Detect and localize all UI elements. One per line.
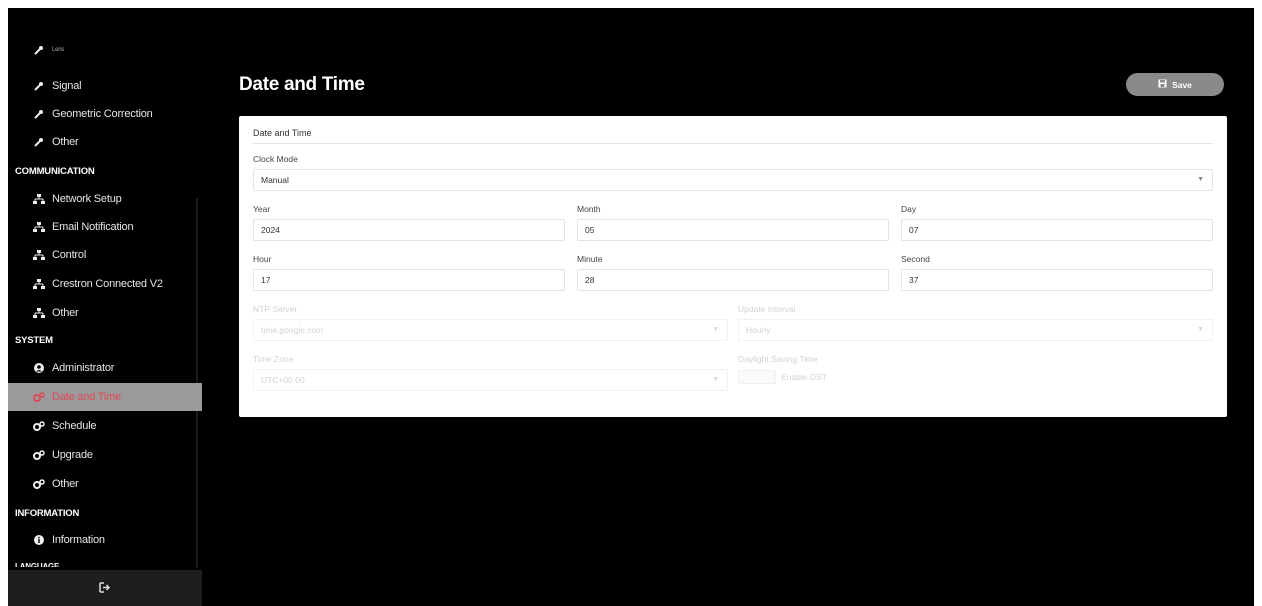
network-icon <box>30 279 48 289</box>
wrench-icon <box>30 109 48 119</box>
clock-mode-select[interactable]: Manual ▼ <box>253 169 1213 191</box>
sidebar-item-lens[interactable]: Lens <box>8 44 202 56</box>
sidebar-item-label: Schedule <box>52 420 97 432</box>
month-value: 05 <box>585 225 595 235</box>
sidebar-item-email-notification[interactable]: Email Notification <box>8 213 202 241</box>
gears-icon <box>30 479 48 489</box>
sidebar-item-control[interactable]: Control <box>8 241 202 269</box>
network-icon <box>30 308 48 318</box>
sidebar-item-label: Signal <box>52 80 82 92</box>
time-zone-label: Time Zone <box>253 354 294 364</box>
chevron-down-icon: ▼ <box>1197 326 1204 333</box>
ntp-server-label: NTP Server <box>253 304 298 314</box>
day-input[interactable]: 07 <box>901 219 1213 241</box>
save-button-label: Save <box>1172 79 1192 90</box>
sidebar-item-information[interactable]: Information <box>8 526 202 554</box>
sidebar-item-label: Geometric Correction <box>52 108 153 120</box>
day-label: Day <box>901 204 917 214</box>
sidebar-item-geometric-correction[interactable]: Geometric Correction <box>8 100 202 128</box>
sidebar-item-label: Network Setup <box>52 193 122 205</box>
sidebar-item-label: Crestron Connected V2 <box>52 278 163 290</box>
sidebar-item-crestron-connected[interactable]: Crestron Connected V2 <box>8 270 202 298</box>
hour-value: 17 <box>261 275 271 285</box>
update-interval-select: Hourly ▼ <box>738 319 1213 341</box>
update-interval-label: Update Interval <box>738 304 796 314</box>
clock-mode-label: Clock Mode <box>253 154 298 164</box>
network-icon <box>30 194 48 204</box>
logout-icon <box>99 581 111 596</box>
sidebar-item-other-system[interactable]: Other <box>8 470 202 498</box>
panel-title: Date and Time <box>253 128 312 138</box>
chevron-down-icon: ▼ <box>1197 176 1204 183</box>
year-input[interactable]: 2024 <box>253 219 565 241</box>
dst-toggle <box>738 370 776 384</box>
sidebar-item-administrator[interactable]: Administrator <box>8 354 202 382</box>
minute-value: 28 <box>585 275 595 285</box>
wrench-icon <box>30 137 48 147</box>
sidebar-item-label: Date and Time <box>52 391 121 403</box>
network-icon <box>30 222 48 232</box>
sidebar-item-label: Other <box>52 307 79 319</box>
floppy-disk-icon <box>1158 79 1172 90</box>
hour-input[interactable]: 17 <box>253 269 565 291</box>
sidebar-item-network-setup[interactable]: Network Setup <box>8 185 202 213</box>
wrench-icon <box>30 45 48 55</box>
sidebar-item-label: Information <box>52 534 105 546</box>
sidebar-item-other-communication[interactable]: Other <box>8 299 202 327</box>
update-interval-value: Hourly <box>746 325 771 335</box>
date-time-panel: Date and Time Clock Mode Manual ▼ Year 2… <box>239 116 1227 417</box>
user-circle-icon <box>30 363 48 373</box>
hour-label: Hour <box>253 254 272 264</box>
second-label: Second <box>901 254 930 264</box>
gears-icon <box>30 421 48 431</box>
sidebar-item-other-signal[interactable]: Other <box>8 128 202 156</box>
section-header-system: SYSTEM <box>15 335 53 346</box>
ntp-server-select: time.google.com ▼ <box>253 319 728 341</box>
second-input[interactable]: 37 <box>901 269 1213 291</box>
network-icon <box>30 250 48 260</box>
chevron-down-icon: ▼ <box>712 376 719 383</box>
sidebar-item-label: Lens <box>52 47 65 53</box>
ntp-server-value: time.google.com <box>261 325 324 335</box>
time-zone-select: UTC+00:00 ▼ <box>253 369 728 391</box>
sidebar-item-label: Email Notification <box>52 221 134 233</box>
year-value: 2024 <box>261 225 280 235</box>
sidebar-item-schedule[interactable]: Schedule <box>8 412 202 440</box>
divider <box>253 143 1213 144</box>
sidebar-item-label: Administrator <box>52 362 115 374</box>
gears-icon <box>30 450 48 460</box>
minute-label: Minute <box>577 254 603 264</box>
section-header-communication: COMMUNICATION <box>15 166 95 177</box>
save-button[interactable]: Save <box>1126 73 1224 96</box>
minute-input[interactable]: 28 <box>577 269 889 291</box>
sidebar: Lens Signal Geometric Correction Other C… <box>8 8 202 606</box>
gears-icon <box>30 392 48 402</box>
second-value: 37 <box>909 275 919 285</box>
month-input[interactable]: 05 <box>577 219 889 241</box>
clock-mode-value: Manual <box>261 175 289 185</box>
logout-button[interactable] <box>8 570 202 606</box>
sidebar-item-label: Other <box>52 136 79 148</box>
time-zone-value: UTC+00:00 <box>261 375 305 385</box>
dst-toggle-label: Enable DST <box>781 372 827 382</box>
sidebar-item-label: Upgrade <box>52 449 93 461</box>
sidebar-item-date-and-time[interactable]: Date and Time <box>8 383 202 411</box>
year-label: Year <box>253 204 271 214</box>
sidebar-item-signal[interactable]: Signal <box>8 72 202 100</box>
app-screen: Lens Signal Geometric Correction Other C… <box>8 8 1254 606</box>
sidebar-item-label: Control <box>52 249 87 261</box>
page-title: Date and Time <box>239 74 365 95</box>
section-header-language: LANGUAGE <box>15 562 60 567</box>
wrench-icon <box>30 81 48 91</box>
daylight-saving-label: Daylight Saving Time <box>738 354 818 364</box>
chevron-down-icon: ▼ <box>712 326 719 333</box>
month-label: Month <box>577 204 601 214</box>
day-value: 07 <box>909 225 919 235</box>
sidebar-item-upgrade[interactable]: Upgrade <box>8 441 202 469</box>
info-circle-icon <box>30 535 48 545</box>
sidebar-item-label: Other <box>52 478 79 490</box>
section-header-information: INFORMATION <box>15 508 80 519</box>
